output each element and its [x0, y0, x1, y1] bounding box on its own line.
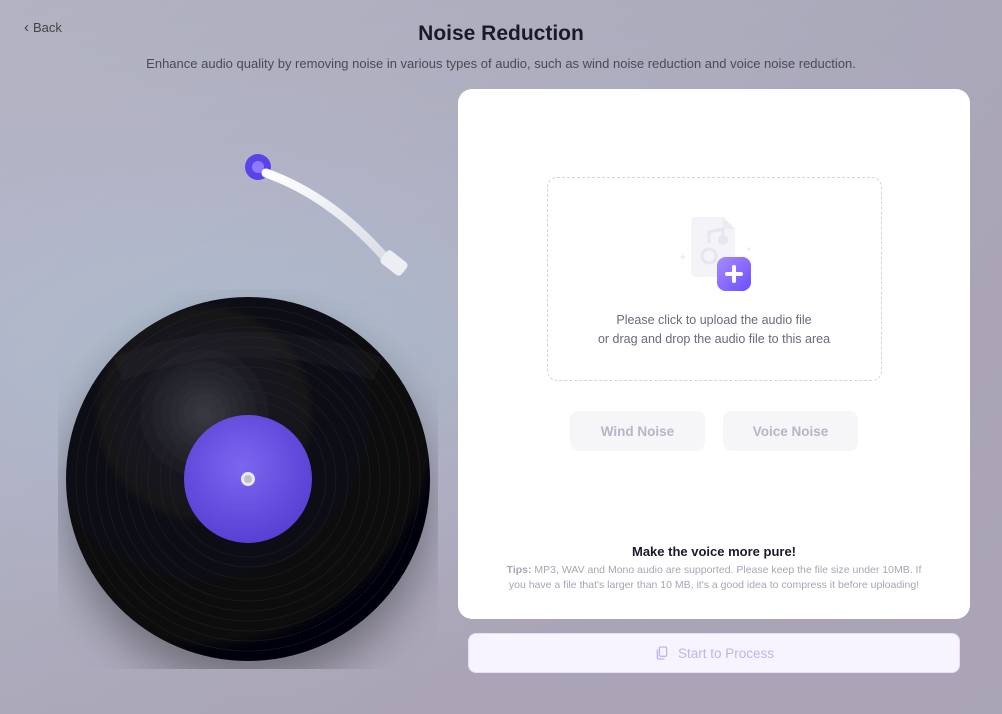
copy-files-icon — [654, 645, 670, 661]
tonearm-icon — [238, 149, 418, 309]
page-title: Noise Reduction — [0, 22, 1002, 46]
tips-text: Tips: MP3, WAV and Mono audio are suppor… — [498, 563, 930, 593]
upload-hint: Please click to upload the audio file or… — [598, 311, 830, 350]
vinyl-record-icon — [58, 289, 438, 669]
page-subtitle: Enhance audio quality by removing noise … — [0, 56, 1002, 71]
wind-noise-button[interactable]: Wind Noise — [570, 411, 705, 451]
upload-panel: Please click to upload the audio file or… — [458, 89, 970, 619]
process-label: Start to Process — [678, 646, 774, 661]
start-process-button[interactable]: Start to Process — [468, 633, 960, 673]
back-label: Back — [33, 20, 62, 35]
tips-headline: Make the voice more pure! — [498, 544, 930, 559]
noise-type-options: Wind Noise Voice Noise — [486, 411, 942, 451]
voice-noise-button[interactable]: Voice Noise — [723, 411, 858, 451]
back-button[interactable]: ‹ Back — [24, 20, 62, 35]
tips-block: Make the voice more pure! Tips: MP3, WAV… — [486, 544, 942, 599]
illustration-area — [18, 89, 458, 709]
header: Noise Reduction Enhance audio quality by… — [0, 0, 1002, 71]
chevron-left-icon: ‹ — [24, 20, 29, 35]
upload-dropzone[interactable]: Please click to upload the audio file or… — [547, 177, 882, 381]
upload-file-icon — [669, 209, 759, 299]
